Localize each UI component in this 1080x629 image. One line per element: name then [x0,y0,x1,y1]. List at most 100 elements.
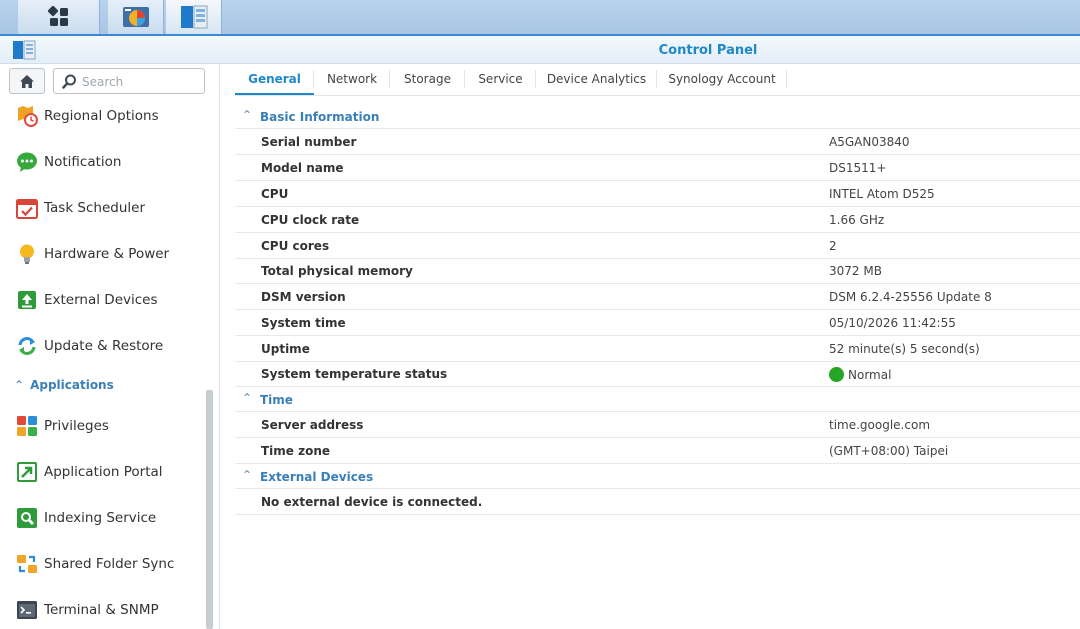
chevron-up-icon: ⌃ [242,108,253,122]
sidebar-scrollbar[interactable] [206,390,213,629]
section-label: Applications [30,378,114,392]
info-row: CPU INTEL Atom D525 [235,181,1080,207]
window-header: Control Panel [0,36,1080,64]
section-title: External Devices [260,470,374,484]
search-input[interactable] [82,73,200,90]
info-value: (GMT+08:00) Taipei [829,444,949,458]
info-label: Server address [261,418,364,432]
info-label: DSM version [261,290,346,304]
section-basic-information[interactable]: ⌃ Basic Information [235,104,1080,129]
info-value: INTEL Atom D525 [829,187,935,201]
search-icon [62,74,76,89]
info-row: Uptime 52 minute(s) 5 second(s) [235,336,1080,362]
window-title: Control Panel [658,43,758,58]
tab-general[interactable]: General [235,64,314,95]
info-row: Time zone (GMT+08:00) Taipei [235,438,1080,464]
sidebar-item-terminal-snmp[interactable]: Terminal & SNMP [0,590,205,629]
sidebar-item-application-portal[interactable]: Application Portal [0,452,205,492]
tab-network[interactable]: Network [314,64,390,95]
sidebar-item-indexing-service[interactable]: Indexing Service [0,498,205,538]
sidebar-item-label: Update & Restore [44,338,164,354]
sidebar-item-notification[interactable]: Notification [0,142,205,182]
section-title: Time [260,393,293,407]
tab-synology-account[interactable]: Synology Account [657,64,787,95]
tab-storage[interactable]: Storage [390,64,465,95]
info-row: DSM version DSM 6.2.4-25556 Update 8 [235,284,1080,310]
info-label: System temperature status [261,367,448,381]
application-portal-icon [17,462,37,482]
sidebar-item-regional-options[interactable]: Regional Options [0,96,205,136]
sidebar-item-label: Shared Folder Sync [44,556,175,572]
sidebar-item-label: Task Scheduler [44,200,146,216]
tab-bar: General Network Storage Service Device A… [235,64,1080,96]
shared-folder-sync-icon [17,555,37,573]
info-row: CPU cores 2 [235,233,1080,259]
home-icon [20,74,34,88]
sidebar-section-applications[interactable]: ⌃ Applications [14,378,114,392]
status-text: Normal [848,368,892,382]
status-ok-icon [829,367,844,382]
package-center-icon [122,7,149,27]
tab-device-analytics[interactable]: Device Analytics [536,64,657,95]
info-value: A5GAN03840 [829,135,910,149]
sidebar-item-hardware-power[interactable]: Hardware & Power [0,234,205,274]
task-scheduler-icon [16,199,38,219]
notification-icon [17,152,37,172]
info-value: 3072 MB [829,264,882,278]
sidebar-item-privileges[interactable]: Privileges [0,406,205,446]
update-restore-icon [18,337,36,355]
no-devices-message: No external device is connected. [261,495,483,509]
info-label: CPU clock rate [261,213,360,227]
info-value: DS1511+ [829,161,887,175]
info-row: Serial number A5GAN03840 [235,129,1080,155]
info-label: System time [261,316,346,330]
info-value: 1.66 GHz [829,213,885,227]
section-time[interactable]: ⌃ Time [235,387,1080,412]
info-row: No external device is connected. [235,489,1080,515]
sidebar-item-external-devices[interactable]: External Devices [0,280,205,320]
home-button[interactable] [9,68,45,94]
sidebar-item-label: External Devices [44,292,158,308]
sidebar-item-label: Hardware & Power [44,246,170,262]
terminal-snmp-icon [17,601,37,619]
info-value: 2 [829,239,837,253]
info-value: 05/10/2026 11:42:55 [829,316,956,330]
main-menu-button[interactable] [18,0,100,34]
sidebar-item-update-restore[interactable]: Update & Restore [0,326,205,366]
sidebar-item-label: Indexing Service [44,510,157,526]
info-value: DSM 6.2.4-25556 Update 8 [829,290,992,304]
sidebar-item-label: Regional Options [44,108,159,124]
chevron-up-icon: ⌃ [14,378,25,392]
sidebar: Regional Options Notification Task Sched… [0,64,220,629]
info-label: Uptime [261,342,310,356]
taskbar [0,0,1080,36]
info-row: System time 05/10/2026 11:42:55 [235,310,1080,336]
info-row: System temperature status Normal [235,361,1080,387]
chevron-up-icon: ⌃ [242,468,253,482]
sidebar-item-task-scheduler[interactable]: Task Scheduler [0,188,205,228]
regional-options-icon [18,106,38,127]
sidebar-item-shared-folder-sync[interactable]: Shared Folder Sync [0,544,205,584]
package-center-button[interactable] [108,0,164,34]
info-label: CPU [261,187,289,201]
control-panel-icon [180,5,207,29]
info-row: Model name DS1511+ [235,155,1080,181]
search-box [53,68,205,94]
sidebar-item-label: Notification [44,154,122,170]
chevron-up-icon: ⌃ [242,391,253,405]
tab-service[interactable]: Service [465,64,536,95]
sidebar-item-label: Terminal & SNMP [44,602,159,618]
info-row: CPU clock rate 1.66 GHz [235,207,1080,233]
info-row: Server address time.google.com [235,412,1080,438]
info-label: Serial number [261,135,357,149]
control-panel-button[interactable] [166,0,222,34]
info-label: Model name [261,161,344,175]
temperature-status: Normal [829,367,891,382]
info-value: 52 minute(s) 5 second(s) [829,342,980,356]
external-devices-icon [18,291,36,309]
info-label: CPU cores [261,239,330,253]
main-menu-icon [47,6,68,26]
hardware-power-icon [20,244,34,264]
section-external-devices[interactable]: ⌃ External Devices [235,464,1080,489]
sidebar-item-label: Application Portal [44,464,163,480]
